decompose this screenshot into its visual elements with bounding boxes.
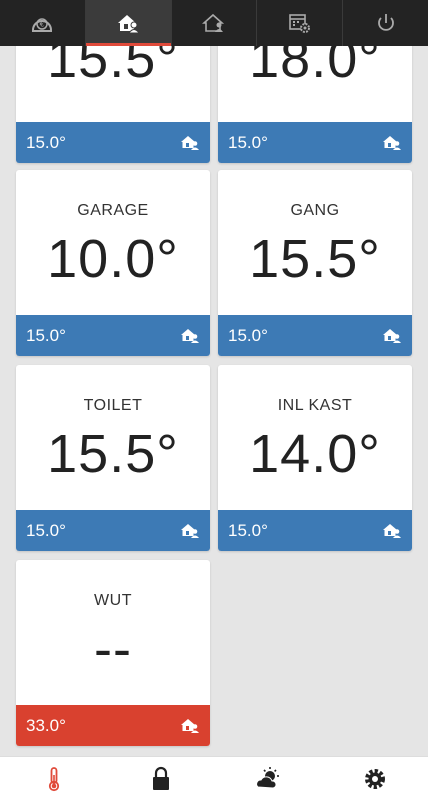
calendar-gear-icon [288,14,310,33]
thermometer-icon [48,767,59,792]
tab-power[interactable] [343,0,428,46]
zone-setpoint: 15.0° [228,132,268,152]
home-user-icon [118,15,141,34]
zone-setpoint: 33.0° [26,715,66,735]
zone-card[interactable]: TOILET 15.5° 15.0° [16,365,210,551]
lock-icon [152,766,169,790]
zone-temperature: 10.0° [47,229,179,289]
nav-temperature[interactable] [0,757,107,801]
zone-setpoint: 15.0° [26,325,66,345]
svg-text:€: € [40,21,44,29]
zone-card[interactable]: 15.5° 15.0° [16,46,210,163]
power-icon [377,14,394,31]
zone-name: GANG [290,202,340,219]
zone-temperature: 15.5° [47,424,179,484]
settings-gear-icon [364,769,385,789]
zone-setpoint: 15.0° [26,520,66,540]
home-user-icon [181,524,199,538]
zone-temperature: 15.5° [249,229,381,289]
home-user-icon [181,329,199,343]
home-user-icon [383,524,401,538]
top-tab-bar: € [0,0,428,46]
tab-zones[interactable] [85,0,172,46]
zone-setpoint-bar: 15.0° [218,315,412,356]
zone-card[interactable]: WUT -- 33.0° [16,560,210,746]
zone-temperature: 18.0° [249,46,381,89]
zone-setpoint: 15.0° [26,132,66,152]
zone-name: GARAGE [77,202,149,219]
zone-temperature: 15.5° [47,46,179,89]
zone-card[interactable]: 18.0° 15.0° [218,46,412,163]
zone-setpoint-bar: 15.0° [218,122,412,163]
euro-gauge-icon: € [32,18,53,32]
zone-setpoint: 15.0° [228,325,268,345]
tab-energy[interactable]: € [0,0,86,46]
home-user-icon [383,136,401,150]
zone-setpoint-bar: 15.0° [16,122,210,163]
zone-name: TOILET [83,397,143,414]
zone-setpoint-bar: 33.0° [16,705,210,746]
zones-grid: 15.5° 15.0° 18.0° 15.0° GARAGE 10.0° 15.… [0,46,428,756]
tab-zone-settings[interactable] [172,0,258,46]
zone-name: WUT [94,592,132,609]
weather-icon [255,767,279,789]
zone-setpoint-bar: 15.0° [16,315,210,356]
zone-card[interactable]: INL KAST 14.0° 15.0° [218,365,412,551]
zone-card[interactable]: GARAGE 10.0° 15.0° [16,170,210,356]
bottom-nav [0,756,428,801]
nav-settings[interactable] [321,757,428,801]
home-user-settings-icon [201,13,225,32]
home-user-icon [383,329,401,343]
home-user-icon [181,719,199,733]
nav-security[interactable] [107,757,214,801]
zone-setpoint-bar: 15.0° [16,510,210,551]
nav-weather[interactable] [214,757,321,801]
zone-temperature: -- [94,619,132,679]
zone-setpoint: 15.0° [228,520,268,540]
zone-name: INL KAST [277,397,353,414]
zone-card[interactable]: GANG 15.5° 15.0° [218,170,412,356]
zone-setpoint-bar: 15.0° [218,510,412,551]
zone-temperature: 14.0° [249,424,381,484]
tab-schedule[interactable] [257,0,344,46]
home-user-icon [181,136,199,150]
